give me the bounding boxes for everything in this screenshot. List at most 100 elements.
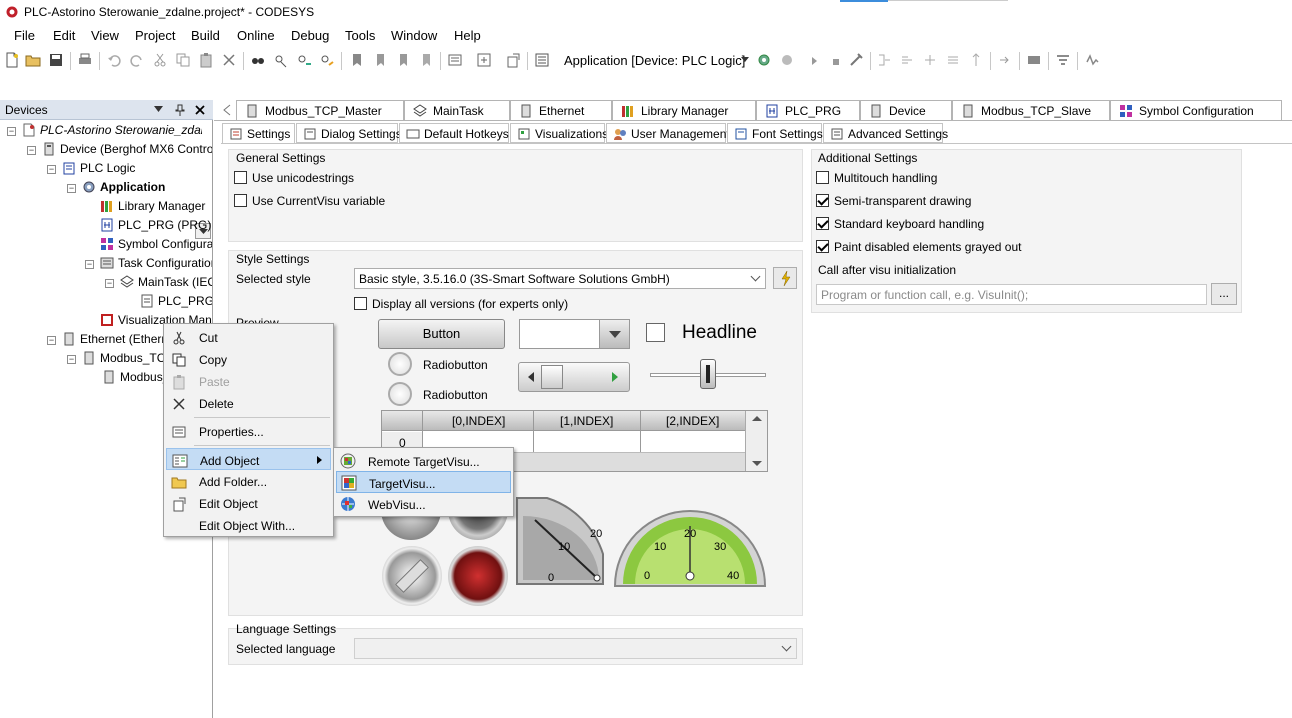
call-after-input[interactable]: Program or function call, e.g. VisuInit(… (816, 284, 1207, 305)
browse-button[interactable]: ... (1211, 283, 1237, 305)
tab-visualizations[interactable]: Visualizations (510, 123, 608, 143)
selected-style-dropdown[interactable]: Basic style, 3.5.16.0 (3S-Smart Software… (354, 268, 766, 289)
menu-edit[interactable]: Edit (53, 28, 75, 43)
tree-item-application[interactable]: Application (82, 180, 212, 198)
application-selector[interactable]: Application [Device: PLC Logic] (560, 51, 752, 71)
menu-item-paste[interactable]: Paste (166, 370, 331, 392)
menu-window[interactable]: Window (391, 28, 437, 43)
bookmark-previous-icon[interactable] (395, 52, 411, 68)
checkbox-box-checked[interactable] (816, 194, 829, 207)
tree-item-plc-prg[interactable]: PLC_PRG (PRG) (100, 218, 212, 236)
step-out-icon[interactable] (945, 52, 961, 68)
menu-build[interactable]: Build (191, 28, 220, 43)
menu-item-cut[interactable]: Cut (166, 326, 331, 348)
use-unicodestrings-checkbox[interactable]: Use unicodestrings (234, 171, 354, 185)
tab-modbus-tcp-master[interactable]: Modbus_TCP_Master (236, 100, 404, 120)
tab-default-hotkeys[interactable]: Default Hotkeys (399, 123, 509, 143)
tab-advanced-settings[interactable]: Advanced Settings (823, 123, 948, 143)
menu-item-targetvisu[interactable]: TargetVisu... (336, 471, 511, 493)
tree-item-symbol-configuration[interactable]: Symbol Configurati (100, 237, 212, 255)
keyboard-handling-checkbox[interactable]: Standard keyboard handling (816, 217, 984, 231)
redo-icon[interactable] (129, 52, 145, 68)
tab-settings[interactable]: Settings (222, 123, 295, 143)
menu-item-add-folder[interactable]: Add Folder... (166, 470, 331, 492)
tree-item-maintask[interactable]: MainTask (IEC (120, 275, 212, 293)
bookmark-clear-icon[interactable] (418, 52, 434, 68)
menu-tools[interactable]: Tools (345, 28, 375, 43)
build-icon[interactable] (534, 52, 550, 68)
unforce-values-icon[interactable] (1084, 52, 1100, 68)
copy-icon[interactable] (175, 52, 191, 68)
find-next-icon[interactable] (296, 52, 312, 68)
tree-collapse-toggle[interactable]: − (85, 260, 94, 269)
tree-collapse-toggle[interactable]: − (47, 336, 56, 345)
delete-icon[interactable] (221, 52, 237, 68)
tree-collapse-toggle[interactable]: − (105, 279, 114, 288)
new-file-icon[interactable] (4, 52, 20, 68)
cut-icon[interactable] (152, 52, 168, 68)
bookmark-next-icon[interactable] (372, 52, 388, 68)
tab-scroll-left-icon[interactable] (222, 104, 232, 116)
pin-icon[interactable] (175, 104, 185, 116)
start-icon[interactable] (806, 52, 822, 68)
tab-modbus-tcp-slave[interactable]: Modbus_TCP_Slave (952, 100, 1110, 120)
add-object-toolbar-icon[interactable] (476, 52, 492, 68)
undo-icon[interactable] (106, 52, 122, 68)
checkbox-box-checked[interactable] (816, 217, 829, 230)
checkbox-box[interactable] (816, 171, 829, 184)
close-panel-icon[interactable] (195, 105, 205, 115)
tree-item-device[interactable]: Device (Berghof MX6 Control) (42, 142, 212, 160)
save-icon[interactable] (48, 52, 64, 68)
menu-item-delete[interactable]: Delete (166, 392, 331, 414)
find-replace-icon[interactable] (273, 52, 289, 68)
find-previous-icon[interactable] (319, 52, 335, 68)
reset-icon[interactable] (848, 52, 864, 68)
tree-collapse-toggle[interactable]: − (7, 127, 16, 136)
display-all-versions-checkbox[interactable]: Display all versions (for experts only) (354, 297, 568, 311)
menu-online[interactable]: Online (237, 28, 275, 43)
menu-item-remote-targetvisu[interactable]: Remote TargetVisu... (336, 450, 511, 472)
style-editor-button[interactable] (773, 267, 797, 289)
tab-device[interactable]: Device (860, 100, 952, 120)
checkbox-box-checked[interactable] (816, 240, 829, 253)
tree-collapse-toggle[interactable]: − (67, 184, 76, 193)
tree-item-plc-logic[interactable]: PLC Logic (62, 161, 212, 179)
menu-item-properties[interactable]: Properties... (166, 420, 331, 442)
edit-object-toolbar-icon[interactable] (505, 52, 521, 68)
tree-collapse-toggle[interactable]: − (47, 165, 56, 174)
tab-font-settings[interactable]: Font Settings (727, 123, 823, 143)
login-icon[interactable] (756, 52, 772, 68)
tree-item-task-plc-prg[interactable]: PLC_PRG (140, 294, 212, 312)
force-values-icon[interactable] (1055, 52, 1071, 68)
multitouch-checkbox[interactable]: Multitouch handling (816, 171, 937, 185)
use-currentvisu-checkbox[interactable]: Use CurrentVisu variable (234, 194, 385, 208)
menu-help[interactable]: Help (454, 28, 481, 43)
tree-item-project[interactable]: PLC-Astorino Sterowanie_zdalne (22, 123, 202, 141)
properties-toolbar-icon[interactable] (447, 52, 463, 68)
tree-collapse-toggle[interactable]: − (67, 355, 76, 364)
tab-symbol-configuration[interactable]: Symbol Configuration (1110, 100, 1282, 120)
menu-project[interactable]: Project (135, 28, 175, 43)
bookmark-icon[interactable] (349, 52, 365, 68)
tab-user-management[interactable]: User Management (606, 123, 730, 143)
menu-debug[interactable]: Debug (291, 28, 329, 43)
write-values-icon[interactable] (1026, 52, 1042, 68)
tab-dialog-settings[interactable]: Dialog Settings (296, 123, 402, 143)
stop-icon[interactable] (828, 52, 844, 68)
find-icon[interactable] (250, 52, 266, 68)
tab-ethernet[interactable]: Ethernet (510, 100, 612, 120)
menu-item-add-object[interactable]: Add Object (166, 448, 331, 470)
paste-icon[interactable] (198, 52, 214, 68)
open-folder-icon[interactable] (25, 52, 41, 68)
tab-maintask[interactable]: MainTask (404, 100, 510, 120)
menu-item-edit-object-with[interactable]: Edit Object With... (166, 514, 331, 536)
paint-disabled-checkbox[interactable]: Paint disabled elements grayed out (816, 240, 1021, 254)
tree-item-task-configuration[interactable]: Task Configuration (100, 256, 212, 274)
menu-item-copy[interactable]: Copy (166, 348, 331, 370)
step-into-icon[interactable] (922, 52, 938, 68)
tree-item-library-manager[interactable]: Library Manager (100, 199, 212, 217)
print-icon[interactable] (77, 52, 93, 68)
breakpoint-icon[interactable] (876, 52, 892, 68)
step-over-icon[interactable] (899, 52, 915, 68)
tab-library-manager[interactable]: Library Manager (612, 100, 756, 120)
